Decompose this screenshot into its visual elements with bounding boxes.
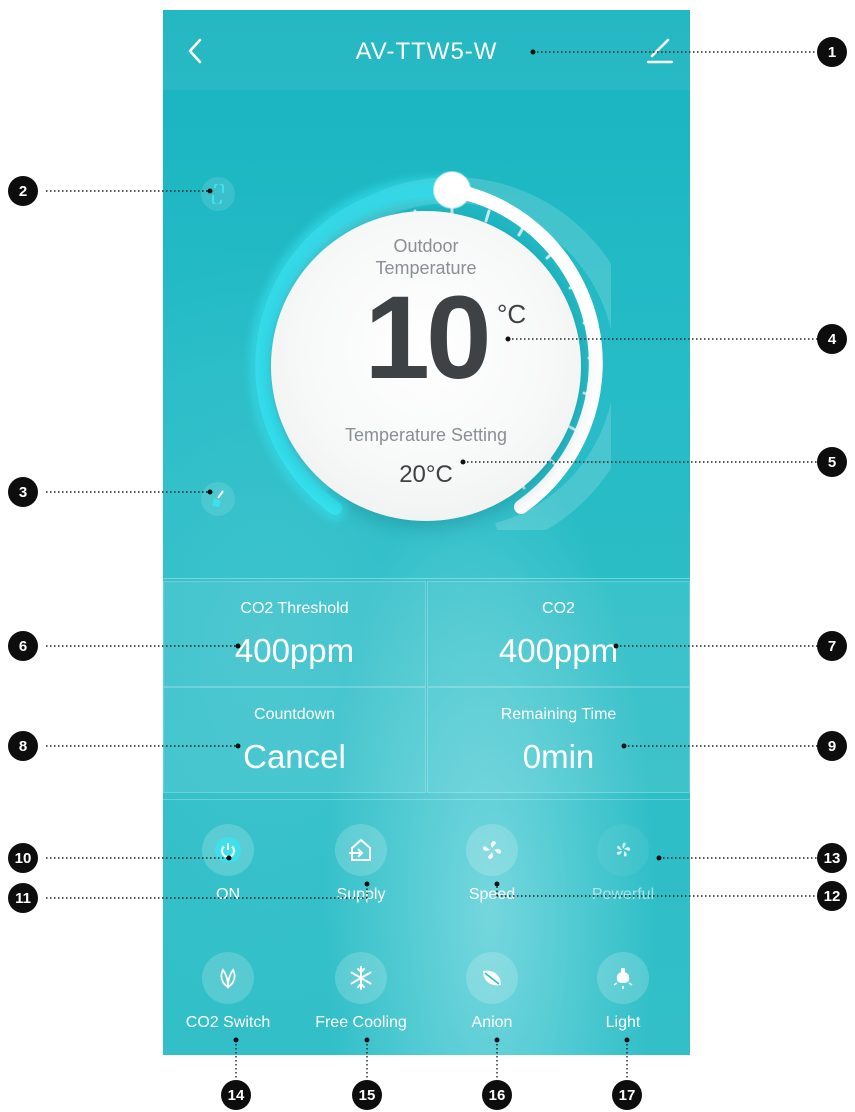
callout-2: 2 (8, 176, 38, 206)
callout-1: 1 (817, 37, 847, 67)
callout-14: 14 (221, 1080, 251, 1110)
callout-10: 10 (8, 843, 38, 873)
callout-16: 16 (482, 1080, 512, 1110)
callout-11: 11 (8, 883, 38, 913)
callout-12: 12 (817, 881, 847, 911)
callout-5: 5 (817, 447, 847, 477)
callout-15: 15 (352, 1080, 382, 1110)
callout-17: 17 (612, 1080, 642, 1110)
callout-13: 13 (817, 843, 847, 873)
callout-4: 4 (817, 324, 847, 354)
callout-leader-lines (46, 49, 823, 1080)
callout-8: 8 (8, 731, 38, 761)
callout-6: 6 (8, 631, 38, 661)
callout-9: 9 (817, 731, 847, 761)
callout-7: 7 (817, 631, 847, 661)
callout-3: 3 (8, 477, 38, 507)
